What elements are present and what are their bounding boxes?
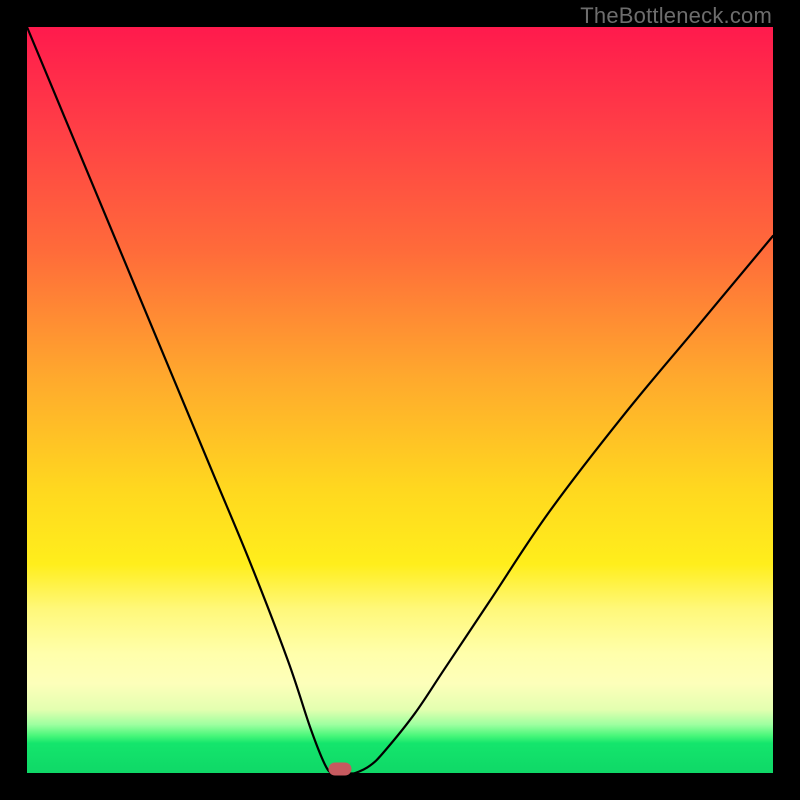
chart-frame: TheBottleneck.com [0, 0, 800, 800]
optimum-marker [329, 763, 352, 776]
bottleneck-curve [27, 27, 773, 773]
plot-area [27, 27, 773, 773]
watermark-text: TheBottleneck.com [580, 3, 772, 29]
